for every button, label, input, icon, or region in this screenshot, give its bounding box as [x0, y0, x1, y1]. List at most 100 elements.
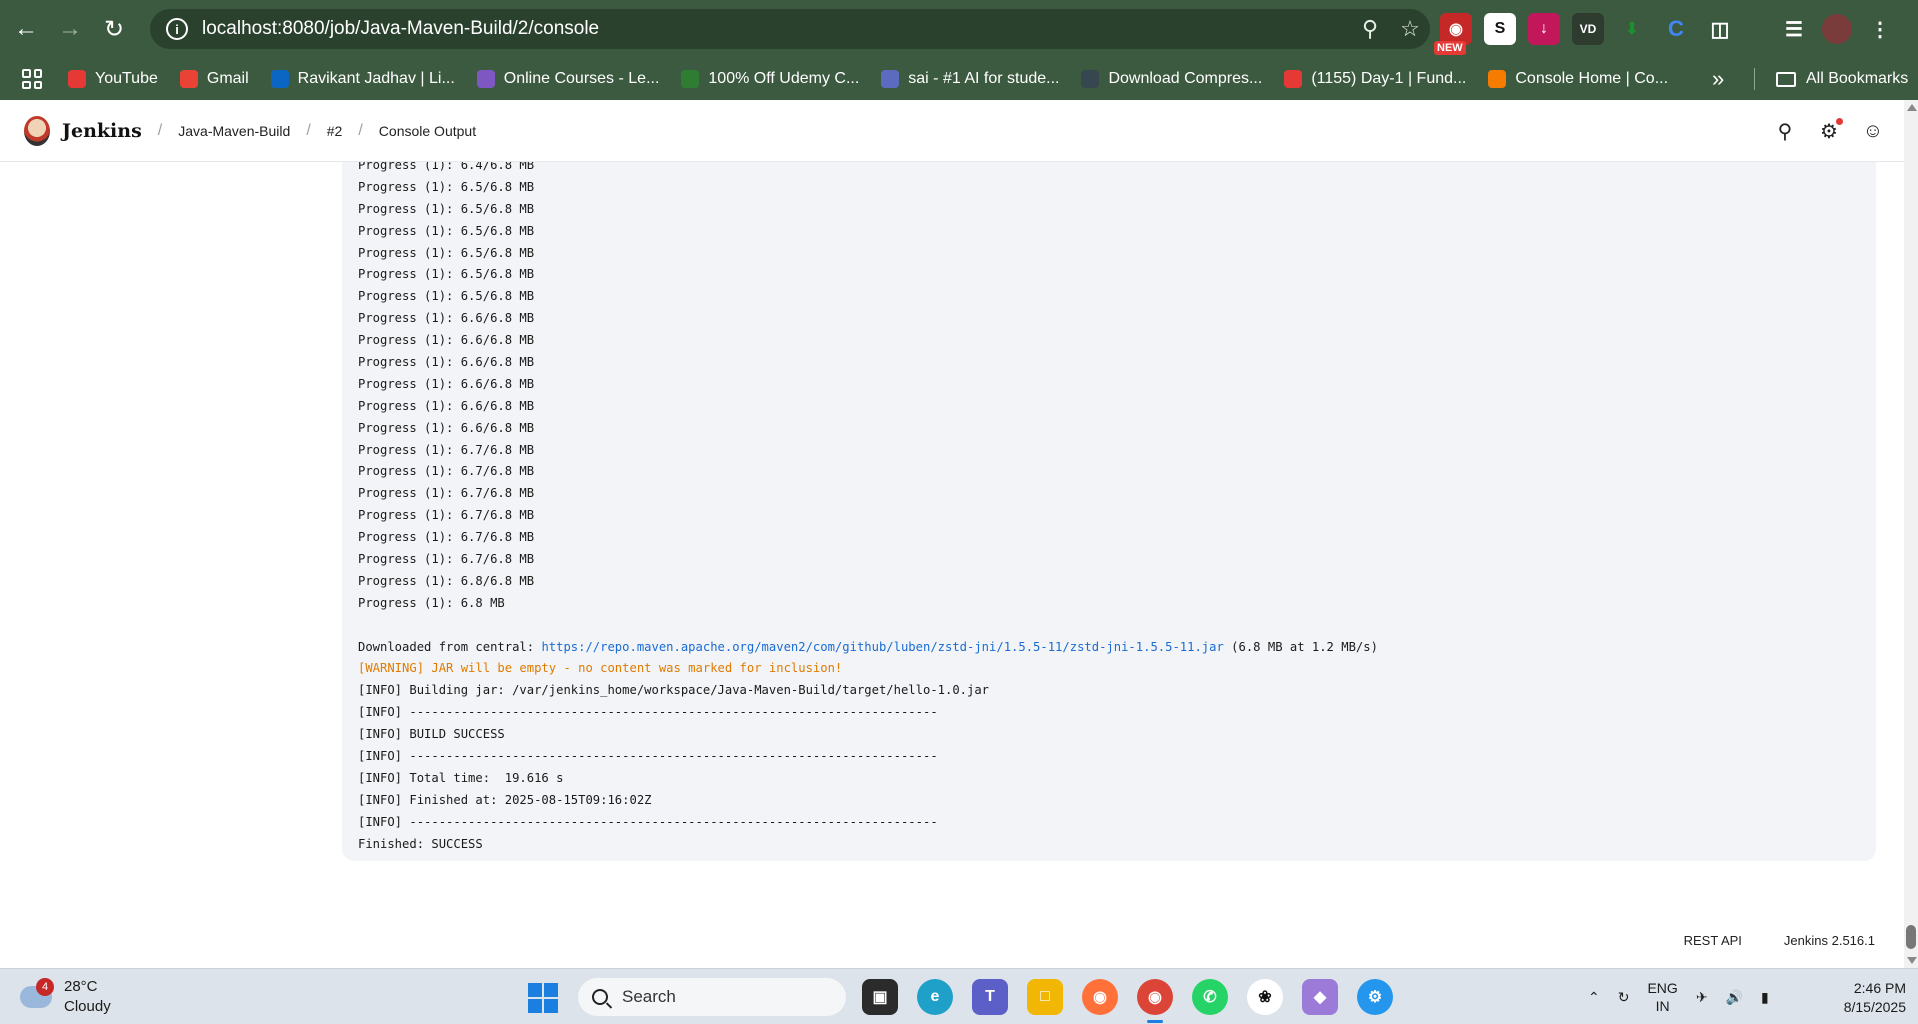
task-view-icon[interactable]: ▣ [862, 979, 898, 1015]
bookmark-item[interactable]: Gmail [179, 70, 249, 88]
show-hidden-icons-chevron-icon[interactable]: ⌃ [1588, 989, 1600, 1006]
extension-s-icon[interactable]: S [1484, 13, 1516, 45]
jenkins-version-button[interactable]: Jenkins 2.516.1 [1784, 933, 1875, 948]
teams-icon[interactable]: T [972, 979, 1008, 1015]
extension-new-icon[interactable]: ◉ NEW [1434, 13, 1472, 55]
bookmark-item[interactable]: Console Home | Co... [1488, 70, 1668, 88]
bookmark-favicon-icon [179, 70, 198, 88]
back-icon[interactable]: ← [4, 7, 48, 51]
site-info-icon[interactable]: i [166, 18, 188, 40]
pinned-apps: ▣ e T □ ◉ ◉ ✆ ❀ ◆ ⚙ [862, 979, 1393, 1023]
progress-line: Progress (1): 6.7/6.8 MB [358, 464, 535, 479]
breadcrumb-separator: / [157, 121, 163, 139]
apps-grid-icon[interactable] [22, 69, 42, 89]
progress-line: Progress (1): 6.5/6.8 MB [358, 179, 535, 194]
extensions-puzzle-icon[interactable]: ◫ [1704, 13, 1736, 45]
extension-vd-icon[interactable]: VD [1572, 13, 1604, 45]
edge-browser-icon[interactable]: e [917, 979, 953, 1015]
bookmark-star-icon[interactable]: ☆ [1390, 9, 1430, 49]
docker-icon[interactable]: ⚙ [1357, 979, 1393, 1015]
reload-icon[interactable]: ↻ [92, 7, 136, 51]
forward-icon[interactable]: → [48, 7, 92, 51]
header-actions: ⚲ ⚙ ☺ [1774, 100, 1884, 162]
battery-icon[interactable]: ▮ [1761, 989, 1769, 1006]
windows-start-icon[interactable] [528, 983, 558, 1013]
rest-api-link[interactable]: REST API [1684, 933, 1742, 948]
menu-kebab-icon[interactable]: ⋮ [1864, 13, 1896, 45]
volume-icon[interactable]: 🔊 [1726, 989, 1743, 1006]
scroll-down-icon[interactable] [1907, 957, 1917, 964]
bookmark-item[interactable]: Ravikant Jadhav | Li... [270, 70, 455, 88]
extension-c-icon[interactable]: C [1660, 13, 1692, 45]
log-line: [INFO] Total time: 19.616 s [358, 770, 564, 785]
progress-line: Progress (1): 6.7/6.8 MB [358, 486, 535, 501]
progress-line: Progress (1): 6.8/6.8 MB [358, 573, 535, 588]
media-playlist-icon[interactable]: ☰ [1778, 13, 1810, 45]
bookmark-item[interactable]: 100% Off Udemy C... [681, 70, 859, 88]
bookmark-item[interactable]: sai - #1 AI for stude... [881, 70, 1059, 88]
language-code: ENG [1647, 980, 1678, 996]
info-lines: [INFO] Building jar: /var/jenkins_home/w… [358, 680, 1876, 855]
extension-green-download-icon[interactable]: ⬇ [1616, 13, 1648, 45]
progress-line: Progress (1): 6.7/6.8 MB [358, 530, 535, 545]
bookmark-favicon-icon [1284, 70, 1303, 88]
airplane-mode-icon[interactable]: ✈ [1696, 989, 1708, 1006]
progress-line: Progress (1): 6.5/6.8 MB [358, 267, 535, 282]
breadcrumb-job[interactable]: Java-Maven-Build [178, 123, 290, 139]
chrome-icon[interactable]: ◉ [1137, 979, 1173, 1023]
temperature: 28°C [64, 978, 98, 995]
windows-taskbar: 4 28°C Cloudy Search ▣ e T □ ◉ ◉ ✆ ❀ ◆ ⚙… [0, 968, 1918, 1024]
weather-widget[interactable]: 4 28°C Cloudy [20, 977, 111, 1017]
bookmark-item[interactable]: Online Courses - Le... [476, 70, 659, 88]
file-explorer-icon[interactable]: □ [1027, 979, 1063, 1015]
browser-toolbar: ← → ↻ i localhost:8080/job/Java-Maven-Bu… [0, 0, 1918, 100]
sync-icon[interactable]: ↻ [1618, 989, 1630, 1006]
url-text[interactable]: localhost:8080/job/Java-Maven-Build/2/co… [202, 18, 1350, 40]
bookmark-favicon-icon [1081, 70, 1100, 88]
user-account-icon[interactable]: ☺ [1862, 120, 1884, 142]
bookmarks-overflow-icon[interactable]: » [1712, 58, 1724, 100]
extensions-area: ◉ NEW S ↓ VD ⬇ C ◫ ☰ ⋮ [1434, 9, 1896, 55]
jenkins-title[interactable]: Jenkins [62, 120, 142, 142]
navigation-row: ← → ↻ i localhost:8080/job/Java-Maven-Bu… [0, 0, 1918, 58]
search-icon[interactable]: ⚲ [1774, 120, 1796, 143]
bookmark-item[interactable]: Download Compres... [1081, 70, 1262, 88]
system-tray: ⌃ ↻ ENG IN ✈ 🔊 ▮ [1588, 977, 1769, 1017]
progress-line: Progress (1): 6.5/6.8 MB [358, 289, 535, 304]
address-bar[interactable]: i localhost:8080/job/Java-Maven-Build/2/… [150, 9, 1430, 49]
log-line: Finished: SUCCESS [358, 836, 483, 851]
firefox-icon[interactable]: ◉ [1082, 979, 1118, 1015]
scroll-up-icon[interactable] [1907, 104, 1917, 111]
progress-line: Progress (1): 6.8 MB [358, 595, 505, 610]
bookmark-item[interactable]: YouTube [68, 70, 158, 88]
zoom-icon[interactable]: ⚲ [1350, 9, 1390, 49]
jenkins-logo-icon[interactable] [24, 115, 50, 146]
whatsapp-icon[interactable]: ✆ [1192, 979, 1228, 1015]
jenkins-header: Jenkins / Java-Maven-Build / #2 / Consol… [0, 100, 1904, 162]
download-prefix: Downloaded from central: [358, 639, 542, 654]
artifact-link[interactable]: https://repo.maven.apache.org/maven2/com… [541, 640, 1223, 654]
page-scrollbar[interactable] [1904, 100, 1918, 968]
extension-download-icon[interactable]: ↓ [1528, 13, 1560, 45]
breadcrumb-separator: / [358, 121, 363, 139]
progress-line: Progress (1): 6.6/6.8 MB [358, 398, 535, 413]
scrollbar-thumb[interactable] [1906, 925, 1916, 949]
chatgpt-icon[interactable]: ❀ [1247, 979, 1283, 1015]
cloud-icon: 4 [20, 978, 54, 1008]
clock[interactable]: 2:46 PM 8/15/2025 [1826, 979, 1906, 1017]
taskbar-search[interactable]: Search [578, 978, 846, 1016]
git-icon[interactable]: ◆ [1302, 979, 1338, 1015]
breadcrumb-console-output[interactable]: Console Output [379, 123, 476, 139]
bookmark-favicon-icon [681, 70, 700, 88]
all-bookmarks-button[interactable]: All Bookmarks [1776, 58, 1908, 100]
bookmark-item[interactable]: (1155) Day-1 | Fund... [1284, 70, 1466, 88]
new-badge: NEW [1434, 41, 1466, 55]
weather-condition: Cloudy [64, 998, 111, 1015]
settings-gear-icon[interactable]: ⚙ [1818, 118, 1843, 143]
clock-time: 2:46 PM [1853, 980, 1906, 996]
clock-date: 8/15/2025 [1843, 999, 1906, 1015]
language-indicator[interactable]: ENG IN [1647, 979, 1677, 1015]
breadcrumb-build[interactable]: #2 [327, 123, 343, 139]
progress-line: Progress (1): 6.6/6.8 MB [358, 420, 535, 435]
profile-avatar[interactable] [1822, 14, 1852, 44]
